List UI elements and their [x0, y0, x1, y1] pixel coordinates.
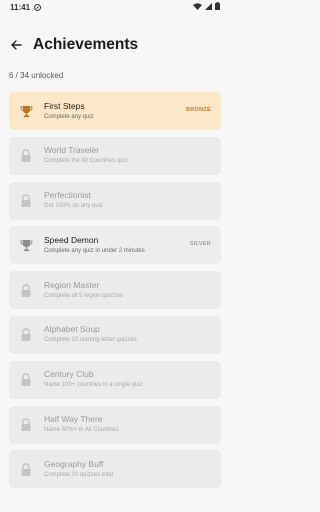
achievement-name: Half Way There — [44, 414, 103, 425]
page-title: Achievements — [33, 36, 139, 53]
achievement-name: First Steps — [44, 100, 85, 111]
achievement-card-first-steps[interactable]: First Steps Complete any quiz BRONZE — [9, 92, 221, 130]
achievement-card-century-club[interactable]: Century Club Name 100+ countries in a si… — [9, 360, 221, 399]
achievement-name: World Traveler — [44, 145, 100, 156]
achievement-desc: Get 100% on any quiz — [44, 203, 104, 210]
lock-icon — [19, 462, 33, 476]
tier-badge: SILVER — [189, 241, 211, 248]
achievement-desc: Complete any quiz in under 2 minutes — [44, 247, 145, 254]
achievement-name: Speed Demon — [44, 234, 99, 245]
achievement-desc: Complete the All Countries quiz — [44, 158, 128, 165]
achievement-name: Geography Buff — [44, 458, 104, 469]
achievement-desc: Name 100+ countries in a single quiz — [44, 382, 143, 389]
achievement-name: Alphabet Soup — [44, 324, 100, 335]
achievement-name: Century Club — [44, 369, 94, 380]
app-bar: Achievements — [0, 30, 230, 60]
lock-icon — [19, 194, 33, 208]
achievement-card-half-way-there[interactable]: Half Way There Name 50%+ in All Countrie… — [9, 405, 221, 444]
lock-icon — [19, 328, 33, 342]
achievement-card-alphabet-soup[interactable]: Alphabet Soup Complete 10 starting-lette… — [9, 315, 221, 354]
arrow-left-icon — [11, 40, 22, 50]
achievement-card-region-master[interactable]: Region Master Complete all 5 region quiz… — [9, 271, 221, 310]
achievement-card-geography-buff[interactable]: Geography Buff Complete 20 quizzes total — [9, 450, 221, 489]
wifi-icon — [193, 2, 202, 12]
dnd-icon — [34, 3, 42, 11]
lock-icon — [19, 373, 33, 387]
status-time: 11:41 — [10, 2, 31, 12]
signal-icon — [205, 2, 212, 12]
lock-icon — [19, 149, 33, 163]
achievement-card-speed-demon[interactable]: Speed Demon Complete any quiz in under 2… — [9, 226, 221, 265]
lock-icon — [19, 418, 33, 432]
achievement-desc: Complete all 5 region quizzes — [44, 292, 123, 299]
achievement-name: Region Master — [44, 279, 100, 290]
trophy-icon — [19, 238, 33, 252]
achievement-card-world-traveler[interactable]: World Traveler Complete the All Countrie… — [9, 136, 221, 175]
trophy-icon — [19, 104, 33, 118]
achievement-list: First Steps Complete any quiz BRONZE Wor… — [9, 92, 221, 495]
achievement-desc: Complete 20 quizzes total — [44, 471, 114, 478]
lock-icon — [19, 283, 33, 297]
back-button[interactable] — [9, 38, 23, 52]
tier-badge: BRONZE — [185, 107, 211, 113]
status-icons — [193, 2, 220, 12]
achievement-name: Perfectionist — [44, 190, 91, 201]
achievement-desc: Complete any quiz — [44, 113, 94, 120]
unlocked-count: 6 / 34 unlocked — [9, 71, 64, 80]
achievement-card-perfectionist[interactable]: Perfectionist Get 100% on any quiz — [9, 181, 221, 220]
achievement-desc: Complete 10 starting-letter quizzes — [44, 337, 137, 344]
status-bar: 11:41 — [0, 0, 230, 14]
achievement-desc: Name 50%+ in All Countries — [44, 427, 119, 434]
battery-icon — [215, 2, 220, 12]
